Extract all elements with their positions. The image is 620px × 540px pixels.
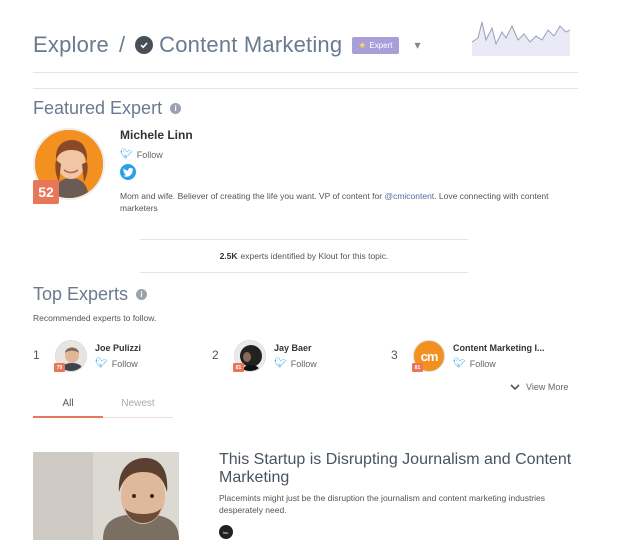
list-item[interactable]: 2 81 Jay Baer 🐦︎ Follow xyxy=(212,340,382,372)
expert-rank: 1 xyxy=(33,348,40,362)
info-icon[interactable]: i xyxy=(170,103,182,114)
mention-link[interactable]: @cmicontent xyxy=(384,191,434,201)
twitter-icon: 🐦︎ xyxy=(95,358,108,369)
featured-expert-title: Featured Expert xyxy=(33,98,163,118)
explore-link[interactable]: Explore xyxy=(33,32,109,58)
tab-newest[interactable]: Newest xyxy=(103,398,173,418)
top-experts-heading: Top Experts i xyxy=(33,284,148,305)
header-divider xyxy=(33,72,578,73)
tab-all[interactable]: All xyxy=(33,398,103,418)
article-summary: Placemints might just be the disruption … xyxy=(219,493,546,515)
featured-expert-avatar[interactable]: 52 xyxy=(33,128,107,204)
featured-expert-bio: Mom and wife. Believer of creating the l… xyxy=(120,191,549,213)
view-more-label: View More xyxy=(526,382,569,392)
expert-badge-label: Expert xyxy=(369,40,393,50)
cm-logo: cm xyxy=(420,348,439,364)
follow-label: Follow xyxy=(111,358,138,369)
featured-expert-name[interactable]: Michele Linn xyxy=(120,128,193,142)
expert-rank: 3 xyxy=(391,348,398,362)
follow-button[interactable]: 🐦︎ Follow xyxy=(95,358,138,369)
top-experts-subtitle: Recommended experts to follow. xyxy=(33,313,157,323)
view-more-button[interactable]: View More xyxy=(510,382,568,392)
klout-score-badge: 81 xyxy=(233,363,244,372)
topic-header: Explore / Content Marketing ★ Expert ▾ xyxy=(33,28,421,62)
star-icon: ★ xyxy=(358,39,367,50)
expert-name[interactable]: Jay Baer xyxy=(274,343,312,353)
expert-name[interactable]: Joe Pulizzi xyxy=(95,343,141,353)
twitter-icon: 🐦︎ xyxy=(453,358,466,369)
follow-label: Follow xyxy=(469,358,496,369)
page-title: Content Marketing xyxy=(159,32,343,57)
article-thumbnail[interactable] xyxy=(33,452,179,540)
klout-score-badge: 81 xyxy=(412,363,423,372)
breadcrumb-separator: / xyxy=(119,32,126,57)
expert-name[interactable]: Content Marketing I... xyxy=(453,343,545,353)
chevron-down-icon[interactable]: ▾ xyxy=(415,38,421,52)
follow-button[interactable]: 🐦︎ Follow xyxy=(274,358,317,369)
experts-identified-count: 2.5K experts identified by Klout for thi… xyxy=(140,239,468,273)
expert-badge: ★ Expert xyxy=(352,36,399,54)
klout-score-badge: 52 xyxy=(33,180,59,204)
follow-label: Follow xyxy=(290,358,317,369)
klout-score-badge: 79 xyxy=(54,363,65,372)
content-tabs: All Newest xyxy=(33,398,173,418)
source-logo-icon[interactable]: Inc. xyxy=(219,525,233,539)
identified-count-text: experts identified by Klout for this top… xyxy=(240,251,389,261)
section-divider xyxy=(33,88,578,89)
identified-count-value: 2.5K xyxy=(219,251,238,261)
follow-button[interactable]: 🐦︎ Follow xyxy=(453,358,496,369)
twitter-icon: 🐦︎ xyxy=(274,358,287,369)
twitter-icon: 🐦︎ xyxy=(120,149,133,160)
chevron-down-icon xyxy=(510,383,520,390)
list-item[interactable]: 1 79 Joe Pulizzi 🐦︎ Follow xyxy=(33,340,203,372)
expert-rank: 2 xyxy=(212,348,219,362)
follow-label: Follow xyxy=(136,149,163,160)
list-item[interactable]: 3 cm 81 Content Marketing I... 🐦︎ Follow xyxy=(391,340,581,372)
article-title[interactable]: This Startup is Disrupting Journalism an… xyxy=(219,451,579,487)
featured-expert-heading: Featured Expert i xyxy=(33,98,182,119)
top-experts-title: Top Experts xyxy=(33,284,129,304)
topic-trend-sparkline xyxy=(472,21,570,56)
info-icon[interactable]: i xyxy=(136,289,148,300)
follow-button[interactable]: 🐦︎ Follow xyxy=(120,149,163,160)
check-icon xyxy=(135,36,154,54)
twitter-profile-icon[interactable] xyxy=(120,164,136,180)
